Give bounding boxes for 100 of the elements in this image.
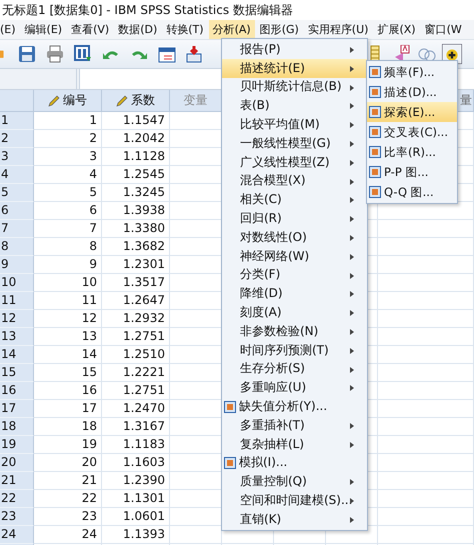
column-header[interactable]: 编号	[34, 90, 102, 112]
menu-item[interactable]: Q-Q 图...	[367, 182, 457, 202]
table-cell: 3	[34, 148, 102, 166]
row-header[interactable]: 19	[0, 436, 34, 454]
row-header[interactable]: 24	[0, 526, 34, 544]
table-cell: 7	[34, 220, 102, 238]
menu-item[interactable]: 回归(R)	[222, 209, 367, 228]
row-header[interactable]: 18	[0, 418, 34, 436]
submenu-arrow-icon	[350, 254, 354, 260]
submenu-arrow-icon	[350, 140, 354, 147]
row-header[interactable]: 15	[0, 364, 34, 382]
menu-item[interactable]: P-P 图...	[367, 162, 457, 182]
menu-item[interactable]: 时间序列预测(T)	[222, 340, 367, 360]
menu-item[interactable]: 质量控制(Q)	[222, 472, 367, 492]
menu-item[interactable]: 贝叶斯统计信息(B)	[222, 78, 367, 96]
menu-item[interactable]: 一般线性模型(G)	[222, 134, 367, 153]
table-cell: 10	[34, 274, 102, 292]
dialog-icon	[369, 66, 381, 78]
table-icon[interactable]	[158, 45, 176, 63]
menu-item[interactable]: 直销(K)	[222, 510, 367, 529]
menu-item[interactable]: 空间和时间建模(S)...	[222, 491, 367, 510]
menu-bar-item[interactable]: 实用程序(U)	[304, 20, 372, 39]
table-cell: 11	[34, 292, 102, 310]
menu-item[interactable]: 神经网络(W)	[222, 246, 367, 266]
row-header[interactable]: 23	[0, 508, 34, 526]
row-header[interactable]: 7	[0, 220, 34, 238]
table-cell: 1.1603	[102, 454, 170, 472]
menu-item[interactable]: 广义线性模型(Z)	[222, 152, 367, 172]
menu-item[interactable]: 表(B)	[222, 96, 367, 116]
table-cell: 8	[34, 238, 102, 256]
menu-item[interactable]: 混合模型(X)	[222, 172, 367, 190]
row-header[interactable]: 9	[0, 256, 34, 274]
submenu-arrow-icon	[350, 47, 354, 53]
table-cell: 1.2545	[102, 166, 170, 184]
menu-item[interactable]: 模拟(I)...	[222, 454, 367, 472]
menu-item[interactable]: 缺失值分析(Y)...	[222, 397, 367, 416]
row-header[interactable]: 22	[0, 490, 34, 508]
dialog-icon	[369, 166, 381, 178]
dialog-icon[interactable]	[74, 45, 92, 63]
row-header[interactable]: 3	[0, 148, 34, 166]
table-cell: 1.2301	[102, 256, 170, 274]
menu-bar-item[interactable]: 分析(A)	[208, 20, 255, 39]
menu-bar-item[interactable]: 数据(D)	[114, 20, 162, 39]
row-header[interactable]: 2	[0, 130, 34, 148]
row-header[interactable]: 12	[0, 310, 34, 328]
row-header[interactable]: 11	[0, 292, 34, 310]
labels-icon[interactable]	[394, 45, 412, 63]
menu-item[interactable]: 多重插补(T)	[222, 416, 367, 435]
menu-item[interactable]: 分类(F)	[222, 266, 367, 284]
menu-bar-item[interactable]: 窗口(W	[420, 20, 466, 39]
row-header[interactable]: 21	[0, 472, 34, 490]
row-header[interactable]: 13	[0, 328, 34, 346]
window-title: 无标题1 [数据集0] - IBM SPSS Statistics 数据编辑器	[1, 2, 294, 19]
menu-bar-item[interactable]: 扩展(X)	[373, 20, 420, 39]
pencil-icon	[116, 94, 128, 106]
row-header[interactable]: 17	[0, 400, 34, 418]
menu-bar-item[interactable]: 查看(V)	[67, 20, 114, 39]
menu-item[interactable]: 探索(E)...	[367, 102, 457, 122]
table-cell: 1.1301	[102, 490, 170, 508]
menu-item[interactable]: 比率(R)...	[367, 142, 457, 162]
menu-item[interactable]: 非参数检验(N)	[222, 322, 367, 341]
row-header[interactable]: 1	[0, 112, 34, 130]
row-header[interactable]: 5	[0, 184, 34, 202]
row-header[interactable]: 6	[0, 202, 34, 220]
row-header[interactable]: 10	[0, 274, 34, 292]
menu-item[interactable]: 描述统计(E)	[222, 58, 367, 78]
row-header[interactable]: 4	[0, 166, 34, 184]
menu-item[interactable]: 降维(D)	[222, 284, 367, 304]
menu-bar-item[interactable]: 编辑(E)	[20, 20, 66, 39]
submenu-arrow-icon	[350, 366, 354, 373]
row-header[interactable]: 16	[0, 382, 34, 400]
row-header[interactable]: 20	[0, 454, 34, 472]
insert-icon[interactable]	[186, 45, 204, 63]
table-cell: 1.3167	[102, 418, 170, 436]
menu-item[interactable]: 对数线性(O)	[222, 228, 367, 247]
menu-item[interactable]: 比较平均值(M)	[222, 115, 367, 134]
row-header[interactable]: 8	[0, 238, 34, 256]
menu-item[interactable]: 多重响应(U)	[222, 378, 367, 398]
menu-item[interactable]: 频率(F)...	[367, 62, 457, 82]
table-cell: 13	[34, 328, 102, 346]
column-header[interactable]: 系数	[102, 90, 170, 112]
submenu-arrow-icon	[350, 348, 354, 354]
corner-cell[interactable]	[0, 90, 34, 112]
menu-item[interactable]: 复杂抽样(L)	[222, 434, 367, 454]
print-icon[interactable]	[46, 45, 64, 63]
menu-item[interactable]: 交叉表(C)...	[367, 122, 457, 142]
save-icon[interactable]	[18, 45, 36, 63]
table-cell: 1.1547	[102, 112, 170, 130]
menu-item[interactable]: 刻度(A)	[222, 303, 367, 322]
dialog-icon	[369, 146, 381, 158]
menu-item[interactable]: 描述(D)...	[367, 82, 457, 102]
table-cell: 4	[34, 166, 102, 184]
menu-item[interactable]: 生存分析(S)	[222, 360, 367, 378]
menu-bar-item[interactable]: 图形(G)	[256, 20, 303, 39]
dialog-icon	[369, 86, 381, 98]
row-header[interactable]: 14	[0, 346, 34, 364]
menu-bar-item[interactable]: 转换(T)	[162, 20, 208, 39]
menu-item[interactable]: 相关(C)	[222, 190, 367, 210]
menu-bar-item[interactable]: (E)	[0, 20, 20, 39]
table-cell: 1.3380	[102, 220, 170, 238]
